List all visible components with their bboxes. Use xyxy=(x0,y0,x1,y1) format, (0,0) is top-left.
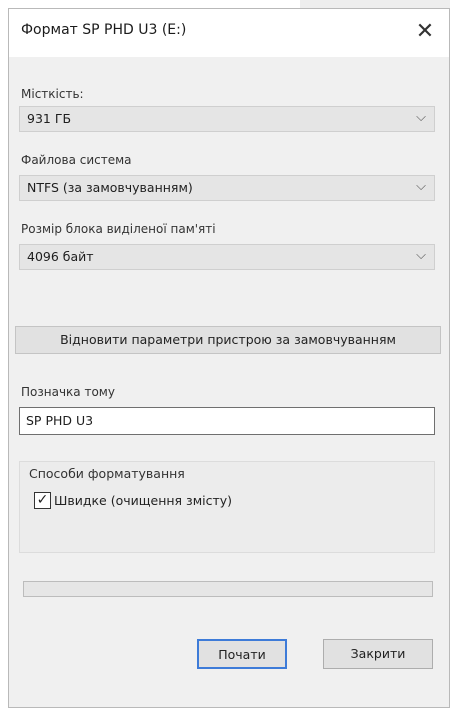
volume-label-input[interactable]: SP PHD U3 xyxy=(19,407,435,435)
start-button[interactable]: Почати xyxy=(197,639,287,669)
format-dialog: Формат SP PHD U3 (E:) ✕ Місткість: 931 Г… xyxy=(8,8,450,708)
filesystem-select[interactable]: NTFS (за замовчуванням) ⌵ xyxy=(19,175,435,201)
close-button[interactable]: Закрити xyxy=(323,639,433,669)
volume-label-caption: Позначка тому xyxy=(21,385,115,399)
format-options-label: Способи форматування xyxy=(29,466,185,481)
allocation-value: 4096 байт xyxy=(27,249,94,264)
capacity-label: Місткість: xyxy=(21,87,84,101)
format-progress-bar xyxy=(23,581,433,597)
dialog-title: Формат SP PHD U3 (E:) xyxy=(21,22,187,38)
filesystem-value: NTFS (за замовчуванням) xyxy=(27,180,193,195)
quick-format-checkbox[interactable]: ✓ xyxy=(34,492,51,509)
restore-defaults-button[interactable]: Відновити параметри пристрою за замовчув… xyxy=(15,326,441,354)
close-icon[interactable]: ✕ xyxy=(407,15,443,51)
filesystem-label: Файлова система xyxy=(21,153,132,167)
allocation-select[interactable]: 4096 байт ⌵ xyxy=(19,244,435,270)
chevron-down-icon: ⌵ xyxy=(416,248,426,263)
quick-format-label[interactable]: Швидке (очищення змісту) xyxy=(54,493,232,508)
allocation-label: Розмір блока виділеної пам'яті xyxy=(21,222,216,236)
chevron-down-icon: ⌵ xyxy=(416,110,426,125)
chevron-down-icon: ⌵ xyxy=(416,179,426,194)
capacity-value: 931 ГБ xyxy=(27,111,72,126)
checkmark-icon: ✓ xyxy=(36,492,49,508)
capacity-select[interactable]: 931 ГБ ⌵ xyxy=(19,106,435,132)
title-bar: Формат SP PHD U3 (E:) ✕ xyxy=(9,9,449,57)
